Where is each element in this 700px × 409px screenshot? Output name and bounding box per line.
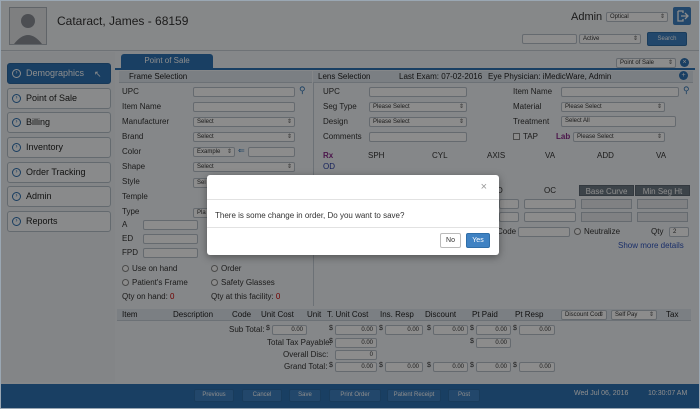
- save-confirm-dialog: × There is some change in order, Do you …: [207, 175, 499, 255]
- app-window: Cataract, James - 68159 Admin Optical Ac…: [0, 0, 700, 409]
- dialog-divider-bottom: [207, 227, 499, 228]
- dialog-divider-top: [207, 199, 499, 200]
- dialog-close-button[interactable]: ×: [481, 181, 487, 193]
- dialog-no-button[interactable]: No: [440, 233, 461, 248]
- dialog-yes-button[interactable]: Yes: [466, 233, 490, 248]
- dialog-message: There is some change in order, Do you wa…: [215, 211, 405, 220]
